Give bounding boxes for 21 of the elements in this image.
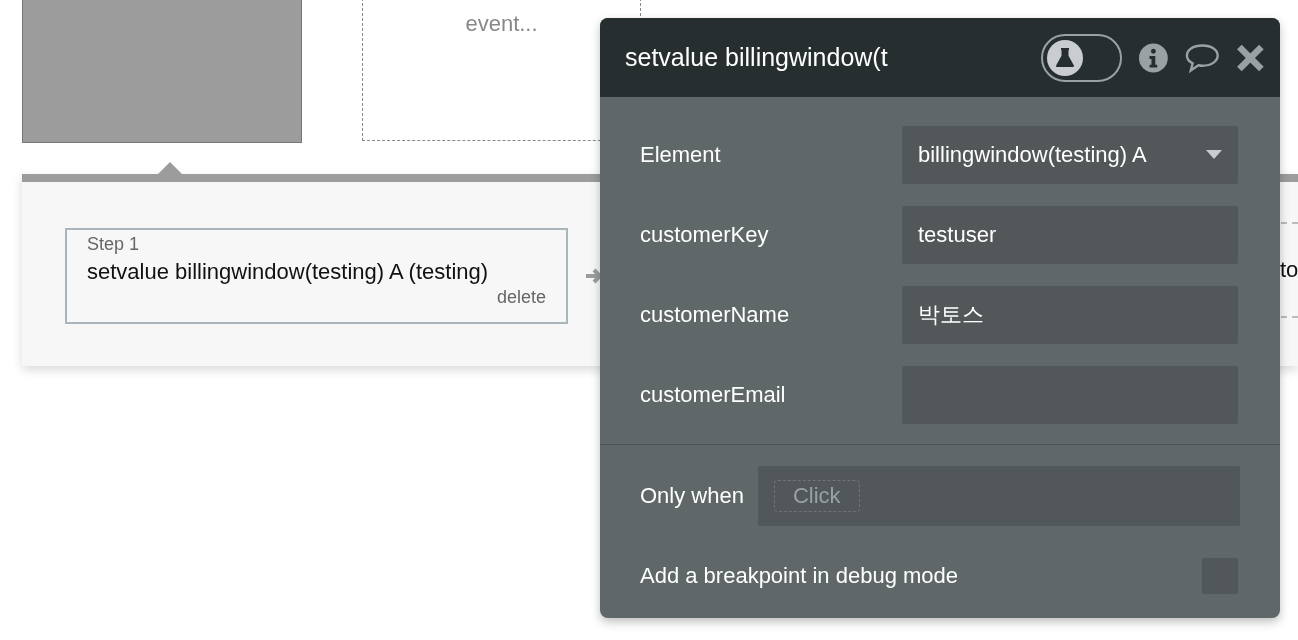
field-label: customerKey — [640, 222, 769, 248]
event-text: event... — [465, 11, 538, 37]
speech-bubble-icon[interactable] — [1184, 42, 1220, 73]
info-icon[interactable] — [1137, 41, 1169, 74]
click-placeholder: Click — [773, 480, 860, 512]
input-field[interactable]: 박토스 — [902, 286, 1238, 344]
delete-link[interactable]: delete — [496, 287, 546, 308]
step-label: Step 1 — [87, 234, 141, 255]
step-action: setvalue billingwindow(testing) A (testing) — [87, 259, 490, 285]
caret-icon — [1206, 150, 1222, 160]
checkbox-label: Add a breakpoint in debug mode — [640, 563, 958, 589]
debug-toggle[interactable] — [1040, 33, 1122, 82]
element-dropdown[interactable]: billingwindow(testing) A — [902, 126, 1238, 184]
field-label: Only when — [640, 483, 744, 509]
step-action: to — [1280, 257, 1298, 283]
flask-icon — [1046, 39, 1083, 76]
field-label: Element — [640, 142, 721, 168]
field-label: customerName — [640, 302, 790, 328]
field-label: customerEmail — [640, 382, 786, 408]
input-field[interactable]: testuser — [902, 206, 1238, 264]
step-card[interactable]: Step 1 setvalue billingwindow(testing) A (testing) delete — [65, 228, 568, 324]
